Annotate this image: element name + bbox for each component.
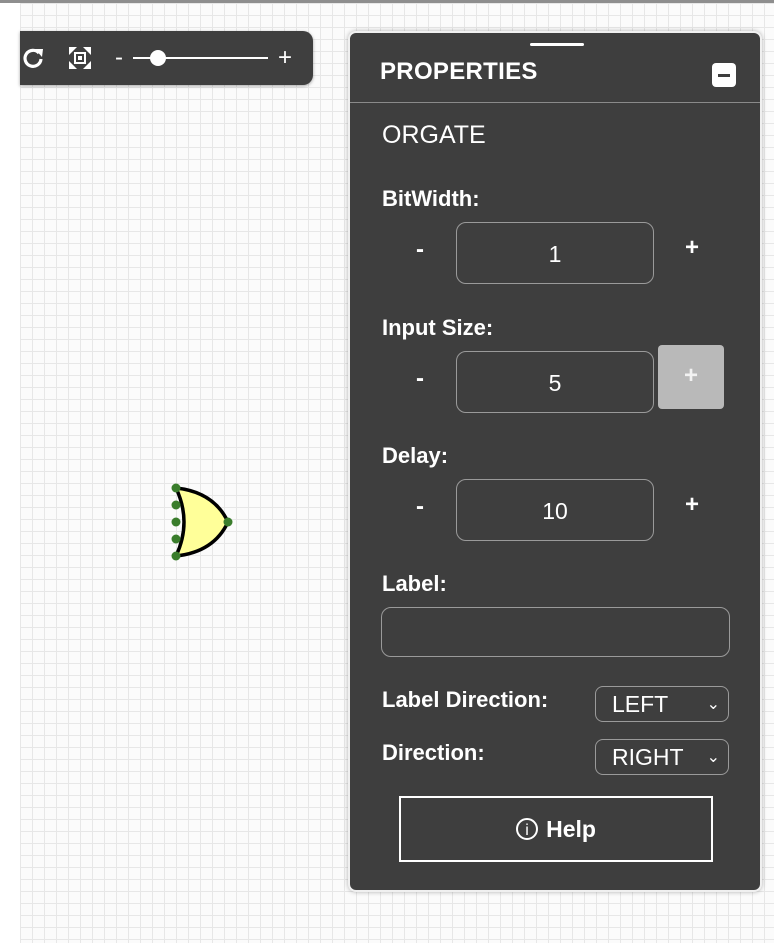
label-direction-label: Label Direction: bbox=[382, 687, 549, 712]
label-direction-value: LEFT bbox=[612, 691, 669, 717]
delay-decrement-button[interactable]: - bbox=[387, 476, 453, 540]
input-node[interactable] bbox=[171, 483, 181, 493]
input-node[interactable] bbox=[171, 551, 181, 561]
minimize-icon[interactable] bbox=[712, 63, 736, 87]
zoom-slider[interactable] bbox=[133, 47, 268, 69]
direction-select[interactable]: RIGHT ⌄ bbox=[595, 739, 729, 775]
canvas-toolbar: - + bbox=[20, 31, 313, 85]
input-size-label: Input Size: bbox=[382, 315, 494, 340]
bitwidth-label: BitWidth: bbox=[382, 186, 480, 211]
direction-label: Direction: bbox=[382, 740, 485, 765]
output-node[interactable] bbox=[223, 517, 233, 527]
bitwidth-input[interactable]: 1 bbox=[456, 222, 654, 284]
input-node[interactable] bbox=[171, 500, 181, 510]
input-node[interactable] bbox=[171, 517, 181, 527]
panel-drag-handle[interactable] bbox=[530, 43, 584, 46]
label-field-label: Label: bbox=[382, 571, 447, 596]
input-size-input[interactable]: 5 bbox=[456, 351, 654, 413]
bitwidth-decrement-button[interactable]: - bbox=[387, 219, 453, 283]
zoom-in-button[interactable]: + bbox=[278, 46, 292, 70]
zoom-out-button[interactable]: - bbox=[115, 46, 123, 70]
input-size-increment-button[interactable]: + bbox=[658, 345, 724, 409]
properties-panel: PROPERTIES ORGATE BitWidth: - 1 + Input … bbox=[348, 31, 762, 892]
direction-value: RIGHT bbox=[612, 744, 684, 770]
input-node[interactable] bbox=[171, 534, 181, 544]
label-direction-select[interactable]: LEFT ⌄ bbox=[595, 686, 729, 722]
panel-divider bbox=[350, 102, 760, 103]
fit-to-screen-icon[interactable] bbox=[67, 45, 93, 71]
delay-input[interactable]: 10 bbox=[456, 479, 654, 541]
chevron-down-icon: ⌄ bbox=[706, 696, 720, 713]
info-icon: i bbox=[516, 818, 539, 840]
reset-view-icon[interactable] bbox=[20, 45, 46, 71]
panel-title: PROPERTIES bbox=[380, 58, 538, 85]
chevron-down-icon: ⌄ bbox=[706, 749, 720, 766]
delay-label: Delay: bbox=[382, 443, 449, 468]
help-button[interactable]: i Help bbox=[399, 796, 713, 862]
input-size-decrement-button[interactable]: - bbox=[387, 348, 453, 412]
element-type-name: ORGATE bbox=[382, 121, 486, 149]
delay-increment-button[interactable]: + bbox=[659, 474, 725, 538]
or-gate-element[interactable] bbox=[164, 480, 240, 566]
zoom-slider-thumb[interactable] bbox=[150, 50, 166, 66]
help-button-label: Help bbox=[546, 816, 596, 842]
bitwidth-increment-button[interactable]: + bbox=[659, 217, 725, 281]
label-input[interactable] bbox=[381, 607, 730, 657]
